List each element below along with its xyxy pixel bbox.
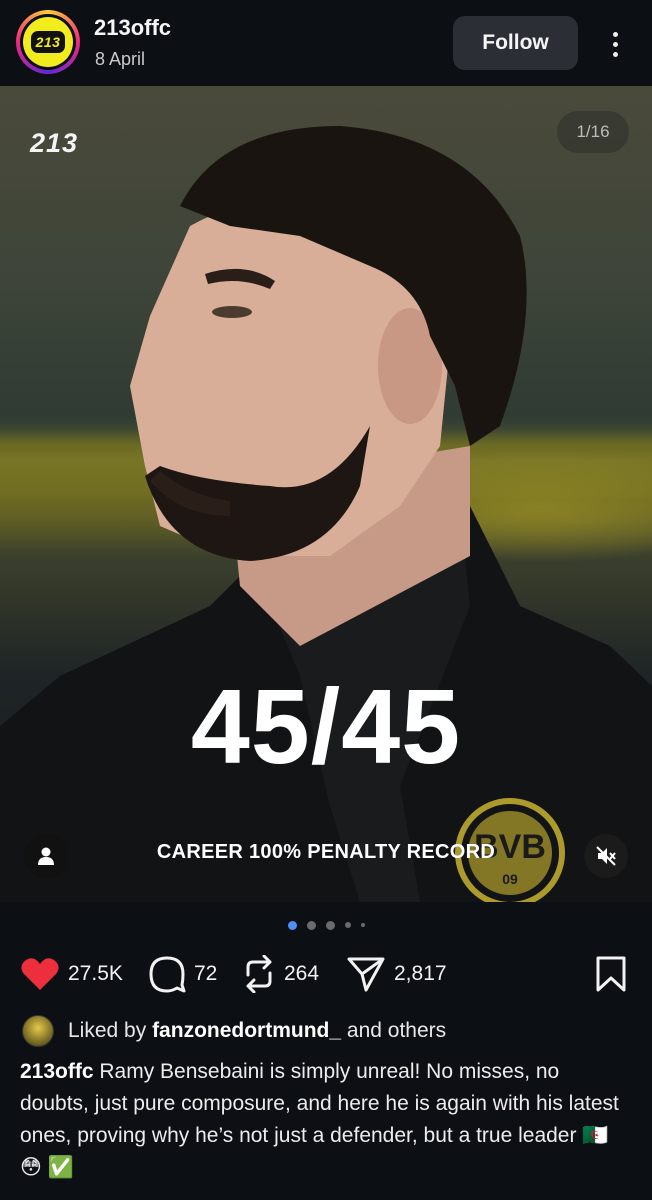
caption-text: Ramy Bensebaini is simply unreal! No mis…: [20, 1060, 619, 1179]
crest-year: 09: [502, 871, 518, 887]
liker-avatar: [22, 1015, 54, 1047]
liked-by-prefix: Liked by: [68, 1019, 147, 1042]
carousel-dot: [287, 920, 297, 930]
repost-count: 264: [284, 962, 320, 985]
slide-counter: 1/16: [557, 111, 629, 153]
carousel-dot: [325, 920, 335, 930]
post-header: 213 213offc 8 April Follow: [0, 0, 652, 86]
comment-count: 72: [194, 962, 218, 985]
like-button[interactable]: 27.5K: [20, 950, 123, 998]
liked-by-row[interactable]: Liked by fanzonedortmund_ and others: [22, 1014, 446, 1048]
brand-watermark: 213: [30, 128, 79, 158]
share-button[interactable]: 2,817: [346, 950, 447, 998]
share-icon: [347, 957, 385, 992]
mute-icon[interactable]: [584, 834, 628, 878]
comment-button[interactable]: 72: [148, 950, 217, 998]
liked-by-suffix: and others: [346, 1019, 447, 1042]
carousel-indicator: [0, 918, 652, 932]
follow-button[interactable]: Follow: [453, 16, 578, 70]
more-vertical-icon[interactable]: [600, 24, 630, 64]
like-count: 27.5K: [68, 962, 123, 985]
avatar-logo-text: 213: [30, 31, 66, 53]
bookmark-icon[interactable]: [594, 956, 628, 997]
account-avatar[interactable]: 213: [16, 10, 80, 74]
share-count: 2,817: [394, 962, 447, 985]
liked-by-text: Liked by fanzonedortmund_ and others: [68, 1019, 446, 1043]
user-tag-icon[interactable]: [24, 834, 68, 878]
carousel-dot: [360, 923, 365, 927]
repost-icon: [246, 955, 272, 993]
stat-caption: CAREER 100% PENALTY RECORD: [156, 841, 496, 863]
post-date: 8 April: [95, 49, 146, 69]
action-bar: 27.5K 72 264 2,817: [0, 950, 652, 998]
post-caption: 213offc Ramy Bensebaini is simply unreal…: [20, 1056, 632, 1184]
heart-icon: [21, 958, 59, 990]
caption-author[interactable]: 213offc: [20, 1060, 94, 1083]
carousel-dot: [344, 922, 351, 928]
account-username[interactable]: 213offc: [94, 15, 171, 41]
comment-icon: [149, 956, 186, 993]
liked-by-user[interactable]: fanzonedortmund_: [152, 1019, 341, 1042]
repost-button[interactable]: 264: [242, 950, 319, 998]
post-media[interactable]: 213 1/16 BVB 09 45/45 CAREER 100% PENALT…: [0, 86, 652, 902]
penalty-stat: 45/45: [190, 668, 462, 786]
carousel-dot: [306, 920, 316, 930]
